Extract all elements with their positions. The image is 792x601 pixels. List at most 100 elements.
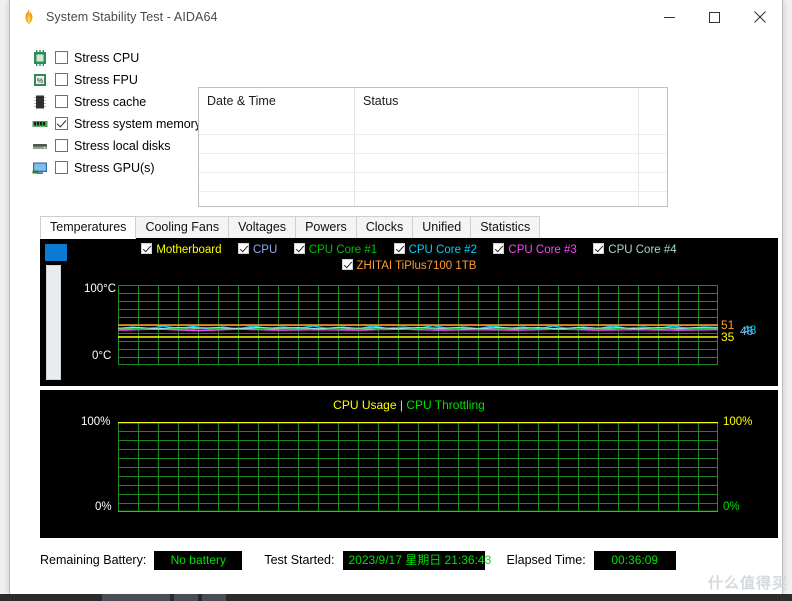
chart-tabs: Temperatures Cooling Fans Voltages Power…: [40, 216, 752, 239]
window-controls: [647, 0, 782, 34]
stress-option-label: Stress system memory: [74, 116, 202, 131]
temperature-axis-max-label: 100°C: [84, 283, 117, 295]
test-started-label: Test Started:: [264, 553, 335, 567]
tab-statistics[interactable]: Statistics: [470, 216, 541, 238]
legend-row-secondary: ZHITAI TiPlus7100 1TB: [40, 258, 778, 274]
screenshot-root: System Stability Test - AIDA64 Stress CP…: [0, 0, 792, 601]
stress-fpu-checkbox[interactable]: [55, 73, 68, 86]
usage-axis-max-label-left: 100%: [81, 416, 111, 428]
window-title: System Stability Test - AIDA64: [46, 10, 218, 24]
elapsed-time-value: 00:36:09: [593, 550, 676, 570]
legend-item-cpu-core-3[interactable]: CPU Core #3: [493, 242, 577, 258]
maximize-button[interactable]: [692, 0, 737, 34]
legend-item-cpu-core-2[interactable]: CPU Core #2: [393, 242, 477, 258]
legend-checkbox[interactable]: [493, 243, 505, 254]
legend-checkbox[interactable]: [341, 259, 353, 271]
stress-local-disks-checkbox[interactable]: [55, 139, 68, 152]
stress-cpu-checkbox[interactable]: [55, 51, 68, 64]
title-separator: |: [399, 398, 403, 412]
hard-disk-icon: [32, 138, 48, 154]
table-header-row: Date & Time Status: [199, 88, 667, 206]
legend-label: CPU: [253, 244, 278, 256]
stress-option-label: Stress local disks: [74, 138, 171, 153]
stress-option-row[interactable]: % Stress FPU: [32, 69, 197, 90]
remaining-battery-label: Remaining Battery:: [40, 553, 147, 567]
table-column-date-time[interactable]: Date & Time: [199, 88, 355, 206]
temperature-chart-legend: Motherboard CPU CPU Core #1 CPU Core #2: [40, 242, 778, 274]
temperature-chart: Motherboard CPU CPU Core #1 CPU Core #2: [40, 238, 778, 386]
svg-text:%: %: [37, 78, 43, 85]
legend-label: CPU Core #4: [608, 244, 677, 256]
legend-checkbox[interactable]: [238, 243, 249, 254]
cpu-usage-chart-title: CPU Usage | CPU Throttling: [40, 398, 778, 412]
elapsed-time-label: Elapsed Time:: [506, 553, 586, 567]
test-started-value: 2023/9/17 星期日 21:36:43: [342, 550, 491, 570]
memory-module-icon: [32, 116, 48, 132]
legend-item-motherboard[interactable]: Motherboard: [141, 242, 222, 258]
temperature-plot-area: [118, 285, 718, 365]
tab-voltages[interactable]: Voltages: [228, 216, 297, 238]
legend-item-cpu[interactable]: CPU: [238, 242, 277, 258]
legend-item-zhitai-tiplus7100-1tb[interactable]: ZHITAI TiPlus7100 1TB: [341, 258, 477, 274]
fpu-percent-icon: %: [32, 72, 48, 88]
cpu-chip-icon: [32, 49, 48, 66]
temperature-scale-slider-track[interactable]: [46, 265, 61, 380]
minimize-button[interactable]: [647, 0, 692, 34]
stress-option-label: Stress cache: [74, 94, 147, 109]
taskbar: [0, 594, 792, 601]
temperature-scale-slider-thumb[interactable]: [45, 244, 67, 261]
usage-axis-max-label-right: 100%: [723, 416, 753, 428]
temperature-value-cpu-core-2: 48: [743, 323, 757, 337]
legend-checkbox[interactable]: [141, 243, 153, 254]
stress-option-row[interactable]: Stress CPU: [32, 47, 197, 68]
legend-label: CPU Core #1: [308, 244, 378, 256]
cpu-usage-plot-area: [118, 422, 718, 512]
tab-unified[interactable]: Unified: [412, 216, 472, 238]
tab-powers[interactable]: Powers: [295, 216, 357, 238]
legend-checkbox[interactable]: [293, 243, 305, 254]
stress-cache-checkbox[interactable]: [55, 95, 68, 108]
stress-option-label: Stress GPU(s): [74, 160, 155, 175]
cpu-usage-title-label: CPU Usage: [333, 398, 397, 412]
tab-temperatures[interactable]: Temperatures: [40, 216, 137, 239]
stress-option-row[interactable]: Stress system memory: [32, 113, 201, 134]
stress-option-row[interactable]: Stress local disks: [32, 135, 197, 156]
legend-label: CPU Core #2: [408, 244, 477, 256]
title-bar: System Stability Test - AIDA64: [10, 0, 782, 35]
stress-system-memory-checkbox[interactable]: [55, 117, 68, 130]
status-row: Remaining Battery: No battery Test Start…: [40, 548, 752, 572]
stress-options-list: Stress CPU % Stress FPU Stress cache Str…: [32, 47, 201, 179]
legend-item-cpu-core-1[interactable]: CPU Core #1: [293, 242, 378, 258]
table-column-status[interactable]: Status: [355, 88, 639, 206]
stress-option-row[interactable]: Stress GPU(s): [32, 157, 197, 178]
stress-option-label: Stress FPU: [74, 72, 138, 87]
legend-label: CPU Core #3: [508, 244, 577, 256]
legend-row-primary: Motherboard CPU CPU Core #1 CPU Core #2: [40, 242, 778, 258]
table-column-extra: [639, 88, 667, 206]
stress-option-row[interactable]: Stress cache: [32, 91, 197, 112]
close-button[interactable]: [737, 0, 782, 34]
watermark: 什么值得买: [707, 574, 788, 592]
legend-item-cpu-core-4[interactable]: CPU Core #4: [593, 242, 677, 258]
legend-checkbox[interactable]: [593, 243, 605, 254]
cache-chip-icon: [32, 94, 48, 110]
tab-cooling-fans[interactable]: Cooling Fans: [135, 216, 230, 238]
flame-icon: [20, 8, 38, 26]
stress-gpus-checkbox[interactable]: [55, 161, 68, 174]
window-client-area: Stress CPU % Stress FPU Stress cache Str…: [10, 35, 782, 601]
usage-axis-min-label-right: 0%: [723, 501, 740, 513]
gpu-monitor-icon: [32, 160, 48, 176]
cpu-throttling-title-label: CPU Throttling: [406, 398, 485, 412]
legend-checkbox[interactable]: [393, 243, 405, 254]
stress-option-label: Stress CPU: [74, 50, 140, 65]
legend-label: Motherboard: [156, 244, 222, 256]
system-stability-test-window: System Stability Test - AIDA64 Stress CP…: [9, 0, 783, 601]
cpu-usage-chart: CPU Usage | CPU Throttling 100% 0% 100% …: [40, 390, 778, 538]
temperature-value-motherboard: 35: [721, 330, 735, 344]
usage-axis-min-label-left: 0%: [95, 501, 112, 513]
remaining-battery-value: No battery: [154, 550, 243, 570]
temperature-axis-min-label: 0°C: [92, 350, 112, 362]
tab-clocks[interactable]: Clocks: [355, 216, 414, 238]
event-log-table[interactable]: Date & Time Status: [198, 87, 668, 207]
legend-label: ZHITAI TiPlus7100 1TB: [356, 260, 477, 273]
